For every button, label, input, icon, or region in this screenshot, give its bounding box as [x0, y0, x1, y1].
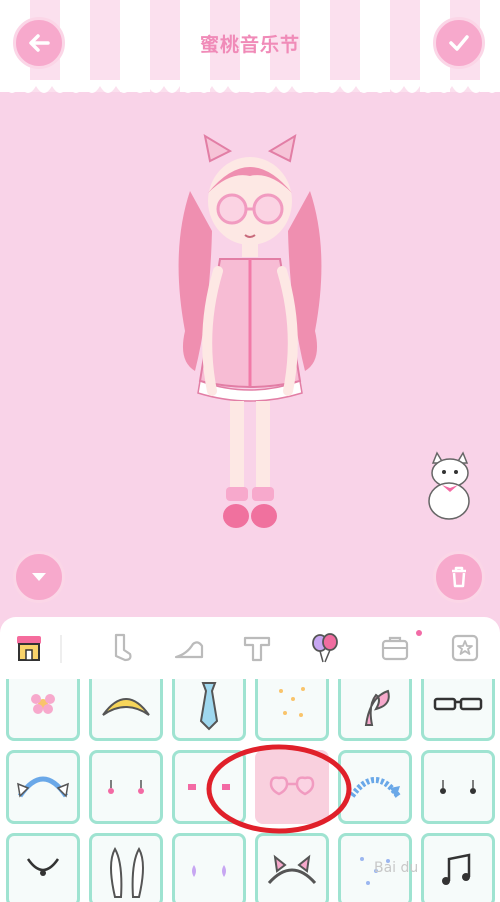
tab-favorites[interactable] [448, 631, 482, 665]
new-item-dot [416, 630, 422, 636]
confirm-button[interactable] [433, 17, 485, 69]
page-title: 蜜桃音乐节 [199, 34, 300, 56]
cat-ears-headband-icon [267, 854, 317, 885]
watermark: Bai du [374, 860, 419, 876]
banana-headband-icon [102, 698, 150, 716]
grid-item[interactable] [89, 833, 163, 902]
sock-icon [114, 633, 132, 662]
necklace-icon [26, 858, 60, 876]
lace-headband-icon [349, 777, 401, 798]
back-button[interactable] [13, 17, 65, 69]
arrow-left-icon [29, 34, 50, 52]
grid-item[interactable] [172, 833, 246, 902]
grid-item[interactable] [6, 833, 80, 902]
grid-item[interactable] [6, 750, 80, 824]
hat-t-icon [243, 636, 271, 662]
star-icon [451, 634, 479, 662]
tab-shop[interactable] [12, 631, 46, 665]
trash-icon [452, 566, 466, 588]
grid-item[interactable] [172, 679, 246, 741]
glasses-icon [433, 697, 483, 711]
toolbar-divider [60, 635, 62, 663]
tab-shoes[interactable] [172, 631, 206, 665]
category-toolbar [0, 617, 500, 679]
grid-item[interactable] [421, 750, 495, 824]
hair-strand-icon [364, 689, 390, 726]
tab-accessories[interactable] [308, 631, 342, 665]
sparkle-icon [279, 687, 305, 717]
grid-item[interactable] [89, 679, 163, 741]
music-notes-icon [442, 853, 471, 885]
drop-earrings-icon [440, 780, 476, 794]
annotation-circle [206, 744, 352, 834]
grid-item[interactable] [421, 679, 495, 741]
chevron-down-icon [32, 573, 46, 581]
grid-item[interactable] [421, 833, 495, 902]
bunny-ears-icon [110, 846, 144, 898]
necktie-icon [199, 682, 219, 731]
tab-socks[interactable] [104, 631, 138, 665]
shoe-icon [174, 641, 204, 659]
cat-pet [428, 451, 470, 520]
grid-item[interactable] [338, 679, 412, 741]
delete-button[interactable] [433, 551, 485, 603]
shop-icon [17, 636, 41, 661]
grid-item[interactable] [255, 679, 329, 741]
grid-item[interactable] [255, 833, 329, 902]
grid-item[interactable] [6, 679, 80, 741]
blue-headband-icon [17, 776, 69, 798]
character-doll [178, 133, 322, 528]
dressup-stage [0, 96, 500, 616]
collapse-button[interactable] [13, 551, 65, 603]
flame-earrings-icon [192, 865, 226, 877]
earrings-icon [108, 780, 144, 794]
bag-icon [381, 636, 409, 661]
checkmark-icon [449, 35, 469, 51]
tab-bags[interactable] [378, 631, 412, 665]
balloon-icon [312, 633, 338, 663]
tab-tops[interactable] [240, 631, 274, 665]
flower-clip-icon [31, 694, 55, 714]
grid-item[interactable] [89, 750, 163, 824]
